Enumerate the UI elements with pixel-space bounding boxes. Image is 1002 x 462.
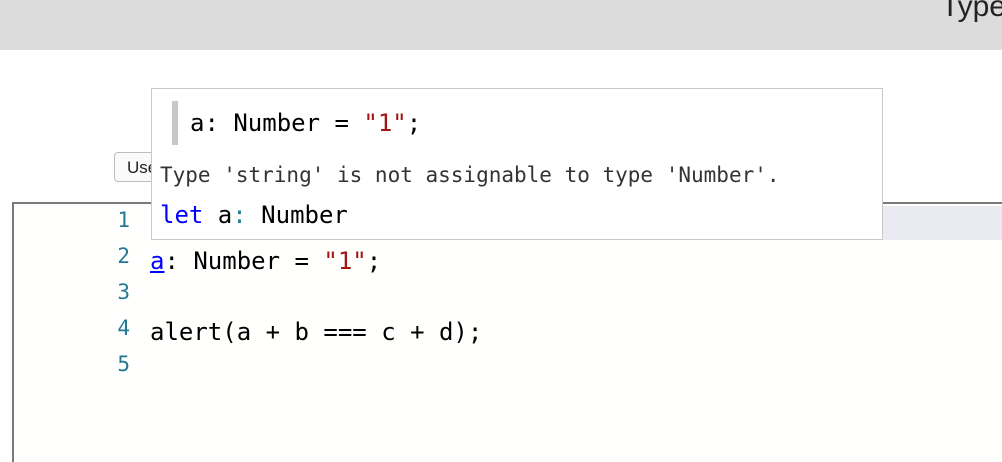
line-number: 4 [117, 316, 130, 340]
header-title: Type [940, 0, 1002, 23]
signature-name: a: Number = [190, 109, 364, 137]
declaration-keyword: let [160, 201, 204, 229]
line-number: 5 [117, 352, 130, 376]
code-line-4[interactable]: alert(a + b === c + d); [150, 318, 482, 346]
declaration-colon: : [232, 201, 247, 229]
variable-link[interactable]: a [150, 247, 164, 275]
string-literal: "1" [323, 247, 367, 275]
declaration-type: Number [246, 201, 348, 229]
hover-signature: a: Number = "1"; [190, 109, 421, 137]
error-message: Type 'string' is not assignable to type … [160, 163, 780, 187]
declaration-name: a [203, 201, 233, 229]
code-token: : Number = [164, 247, 324, 275]
code-token: ; [366, 247, 382, 275]
current-line-highlight [880, 206, 1002, 240]
quote-bar [172, 101, 178, 145]
code-line-2[interactable]: a: Number = "1"; [150, 247, 381, 275]
top-header-bar: Type [0, 0, 1002, 50]
line-number: 3 [117, 280, 130, 304]
line-number: 1 [117, 208, 130, 232]
line-number: 2 [117, 244, 130, 268]
signature-string: "1" [363, 109, 407, 137]
hover-declaration: let a: Number [160, 201, 348, 229]
signature-end: ; [406, 109, 422, 137]
hover-tooltip: a: Number = "1"; Type 'string' is not as… [151, 88, 883, 240]
